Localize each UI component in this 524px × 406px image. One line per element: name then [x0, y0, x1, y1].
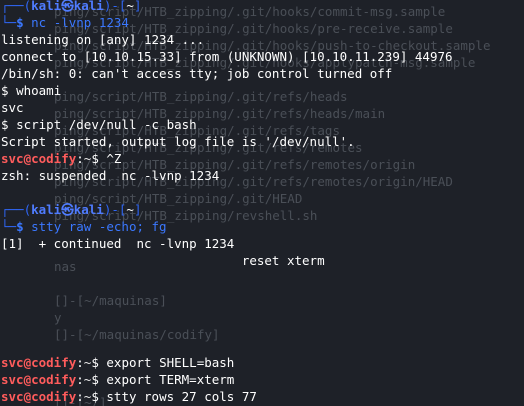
prompt-command-line: └─$ stty raw -echo; fg [0, 218, 524, 235]
output-text: zsh: suspended nc -lvnp 1234 [1, 168, 220, 183]
command-text: ^Z [106, 151, 122, 166]
remote-prompt-line: svc@codify:~$ export SHELL=bash [0, 354, 524, 371]
output-line: /bin/sh: 0: can't access tty; job contro… [0, 65, 524, 82]
prompt-colon: : [76, 355, 84, 370]
prompt-dollar: $ [16, 15, 32, 30]
prompt-bracket: ┌──( [1, 0, 32, 13]
prompt-dollar: $ [91, 355, 107, 370]
command-text: script /dev/null -c bash [16, 117, 197, 132]
output-line: zsh: suspended nc -lvnp 1234 [0, 167, 524, 184]
remote-prompt-line: svc@codify:~$ stty rows 27 cols 77 [0, 388, 524, 405]
prompt-dollar: $ [16, 219, 32, 234]
command-text: export TERM=xterm [106, 372, 235, 387]
output-text: svc [1, 100, 24, 115]
prompt-bracket: )-[ [103, 202, 127, 217]
terminal-window[interactable]: ping/script/HTB_zipping/.git/hooks/commi… [0, 0, 524, 406]
prompt-host: kali [73, 0, 104, 13]
output-text: Script started, output log file is '/dev… [1, 134, 355, 149]
shell-command-line: $ script /dev/null -c bash [0, 116, 524, 133]
output-text: /bin/sh: 0: can't access tty; job contro… [1, 66, 393, 81]
remote-user-host: svc@codify [1, 151, 77, 166]
prompt-dir: ~ [126, 202, 134, 217]
prompt-at-symbol: ㉿ [61, 202, 74, 217]
prompt-header: ┌──(kali㉿kali)-[~] [0, 0, 524, 14]
prompt-bracket: ] [133, 0, 142, 13]
prompt-colon: : [76, 151, 84, 166]
shell-command-line: $ whoami [0, 82, 524, 99]
prompt-bracket: )-[ [103, 0, 127, 13]
output-line: Script started, output log file is '/dev… [0, 133, 524, 150]
prompt-bracket: └─ [1, 219, 17, 234]
remote-user-host: svc@codify [1, 372, 77, 387]
prompt-bracket: ] [133, 202, 142, 217]
remote-user-host: svc@codify [1, 355, 77, 370]
prompt-command-line: └─$ nc -lvnp 1234 [0, 14, 524, 31]
output-line: listening on [any] 1234 ... [0, 31, 524, 48]
output-line: connect to [10.10.15.33] from (UNKNOWN) … [0, 48, 524, 65]
terminal-output: ┌──(kali㉿kali)-[~] └─$ nc -lvnp 1234 liste… [0, 0, 524, 405]
command-text: nc -lvnp 1234 [31, 15, 129, 30]
prompt-dollar: $ [91, 389, 107, 404]
output-text: reset xterm [1, 253, 325, 268]
prompt-dir: ~ [126, 0, 134, 13]
shell-prompt: $ [1, 83, 17, 98]
prompt-dollar: $ [91, 372, 107, 387]
prompt-colon: : [76, 372, 84, 387]
output-line: reset xterm [0, 252, 524, 269]
prompt-at-symbol: ㉿ [61, 0, 74, 13]
output-text: connect to [10.10.15.33] from (UNKNOWN) … [1, 49, 453, 64]
command-text: stty rows 27 cols 77 [106, 389, 257, 404]
prompt-user: kali [31, 0, 62, 13]
prompt-header: ┌──(kali㉿kali)-[~] [0, 201, 524, 218]
command-text: stty raw -echo; fg [31, 219, 167, 234]
remote-prompt-line: svc@codify:~$ ^Z [0, 150, 524, 167]
prompt-dollar: $ [91, 151, 107, 166]
prompt-user: kali [31, 202, 62, 217]
remote-user-host: svc@codify [1, 389, 77, 404]
output-line: [1] + continued nc -lvnp 1234 [0, 235, 524, 252]
command-text: export SHELL=bash [106, 355, 235, 370]
remote-prompt-line: svc@codify:~$ export TERM=xterm [0, 371, 524, 388]
prompt-bracket: ┌──( [1, 202, 32, 217]
command-text: whoami [16, 83, 62, 98]
prompt-bracket: └─ [1, 15, 17, 30]
prompt-colon: : [76, 389, 84, 404]
output-text: listening on [any] 1234 ... [1, 32, 205, 47]
shell-prompt: $ [1, 117, 17, 132]
output-text: [1] + continued nc -lvnp 1234 [1, 236, 235, 251]
prompt-host: kali [73, 202, 104, 217]
output-line: svc [0, 99, 524, 116]
